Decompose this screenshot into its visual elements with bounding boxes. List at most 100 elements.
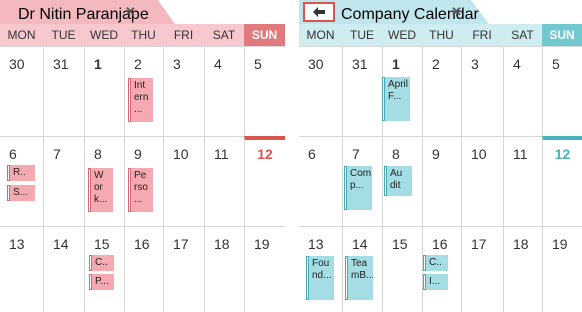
day-cell[interactable]: 19 xyxy=(244,226,285,312)
day-cell[interactable]: 31 xyxy=(43,46,84,136)
event-marker xyxy=(89,255,92,271)
calendar-event[interactable]: Int ern ... xyxy=(128,78,153,122)
event-title: Int ern ... xyxy=(134,80,149,115)
event-title: Au dit xyxy=(390,168,403,191)
day-cell[interactable]: 19 xyxy=(542,226,582,312)
event-marker xyxy=(7,185,10,201)
day-number: 6 xyxy=(9,146,17,162)
weekday-sat: SAT xyxy=(212,28,236,42)
day-cell[interactable]: 10 xyxy=(163,136,204,226)
event-marker xyxy=(384,166,387,196)
day-number: 8 xyxy=(94,146,102,162)
day-cell[interactable]: 18 xyxy=(204,226,244,312)
calendar-event[interactable]: April F... xyxy=(382,77,410,121)
day-cell[interactable]: 30 xyxy=(299,46,342,136)
day-cell[interactable]: 7 xyxy=(43,136,84,226)
weekday-tue: TUE xyxy=(350,28,374,42)
event-title: S... xyxy=(13,187,29,198)
event-marker xyxy=(88,168,91,212)
weekday-sun: SUN xyxy=(244,24,285,46)
day-number: 19 xyxy=(552,236,568,252)
event-marker xyxy=(128,168,131,212)
event-marker xyxy=(344,166,347,210)
day-number: 15 xyxy=(392,236,408,252)
day-number: 1 xyxy=(392,56,400,72)
day-number: 18 xyxy=(214,236,230,252)
event-title: April F... xyxy=(388,79,409,102)
day-cell[interactable]: 2 xyxy=(422,46,461,136)
day-number: 3 xyxy=(173,56,181,72)
day-cell[interactable]: 17 xyxy=(461,226,503,312)
event-title: Tea mB... xyxy=(351,258,373,281)
day-cell[interactable]: 15 xyxy=(382,226,422,312)
day-cell[interactable]: 9 xyxy=(422,136,461,226)
calendar-event[interactable]: Com p... xyxy=(344,166,372,210)
day-number: 4 xyxy=(513,56,521,72)
day-cell[interactable]: 6 xyxy=(299,136,342,226)
calendar-event[interactable]: Pe rso ... xyxy=(128,168,153,212)
day-number: 13 xyxy=(308,236,324,252)
calendar-event[interactable]: Au dit xyxy=(384,166,412,196)
calendar-event[interactable]: P... xyxy=(89,274,114,290)
day-cell[interactable]: 30 xyxy=(0,46,43,136)
month-grid: 30 31 1 2 3 4 5 6 7 8 9 10 11 12 13 14 15 16 17 18 19 Int ern… xyxy=(0,46,285,312)
day-cell[interactable]: 17 xyxy=(163,226,204,312)
event-marker xyxy=(128,78,131,122)
calendar-event[interactable]: Fou nd... xyxy=(306,256,334,300)
day-number: 30 xyxy=(9,56,25,72)
close-icon[interactable]: ✕ xyxy=(451,4,462,20)
day-cell[interactable]: 12 xyxy=(244,136,285,226)
weekday-header: MON TUE WED THU FRI SAT SUN xyxy=(299,24,582,46)
weekday-fri: FRI xyxy=(472,28,492,42)
day-cell[interactable]: 14 xyxy=(43,226,84,312)
day-number: 17 xyxy=(173,236,189,252)
day-number: 6 xyxy=(308,146,316,162)
day-number: 2 xyxy=(432,56,440,72)
day-cell[interactable]: 1 xyxy=(84,46,124,136)
day-cell[interactable]: 11 xyxy=(204,136,244,226)
day-cell[interactable]: 10 xyxy=(461,136,503,226)
calendar-event[interactable]: C.. xyxy=(423,255,448,271)
weekday-mon: MON xyxy=(306,28,335,42)
day-cell[interactable]: 6 xyxy=(0,136,43,226)
event-title: P... xyxy=(95,276,109,287)
day-cell[interactable]: 11 xyxy=(503,136,542,226)
day-number: 4 xyxy=(214,56,222,72)
day-number: 12 xyxy=(554,146,571,162)
day-number: 14 xyxy=(53,236,69,252)
calendar-event[interactable]: W or k... xyxy=(88,168,113,212)
calendar-event[interactable]: Tea mB... xyxy=(345,256,373,300)
event-marker xyxy=(89,274,92,290)
calendar-event[interactable]: C.. xyxy=(89,255,114,271)
day-cell[interactable]: 18 xyxy=(503,226,542,312)
day-cell[interactable]: 4 xyxy=(204,46,244,136)
day-number: 10 xyxy=(471,146,487,162)
day-cell[interactable]: 3 xyxy=(461,46,503,136)
day-number: 9 xyxy=(134,146,142,162)
event-title: Fou nd... xyxy=(312,258,332,281)
event-marker xyxy=(382,77,385,121)
arrow-left-icon xyxy=(313,7,325,17)
close-icon[interactable]: ✕ xyxy=(125,4,136,20)
calendar-event[interactable]: S... xyxy=(7,185,35,201)
day-number: 9 xyxy=(432,146,440,162)
calendar-event[interactable]: R.. xyxy=(7,165,35,181)
day-cell[interactable]: 4 xyxy=(503,46,542,136)
day-number: 13 xyxy=(9,236,25,252)
day-cell[interactable]: 13 xyxy=(0,226,43,312)
day-cell[interactable]: 31 xyxy=(342,46,382,136)
back-button[interactable] xyxy=(303,2,335,22)
day-cell[interactable]: 3 xyxy=(163,46,204,136)
day-cell[interactable]: 5 xyxy=(244,46,285,136)
calendar-company: Company Calendar ✕ MON TUE WED THU FRI SAT SUN… xyxy=(299,0,582,312)
weekday-fri: FRI xyxy=(173,28,194,42)
day-number: 8 xyxy=(392,146,400,162)
day-cell[interactable]: 5 xyxy=(542,46,582,136)
event-marker xyxy=(345,256,348,300)
month-grid: 30 31 1 2 3 4 5 6 7 8 9 10 11 12 13 14 15 16 17 18 19 April F… xyxy=(299,46,582,312)
day-cell[interactable]: 16 xyxy=(124,226,163,312)
day-cell[interactable]: 12 xyxy=(542,136,582,226)
event-marker xyxy=(306,256,309,300)
event-title: I... xyxy=(429,276,441,287)
calendar-event[interactable]: I... xyxy=(423,274,448,290)
